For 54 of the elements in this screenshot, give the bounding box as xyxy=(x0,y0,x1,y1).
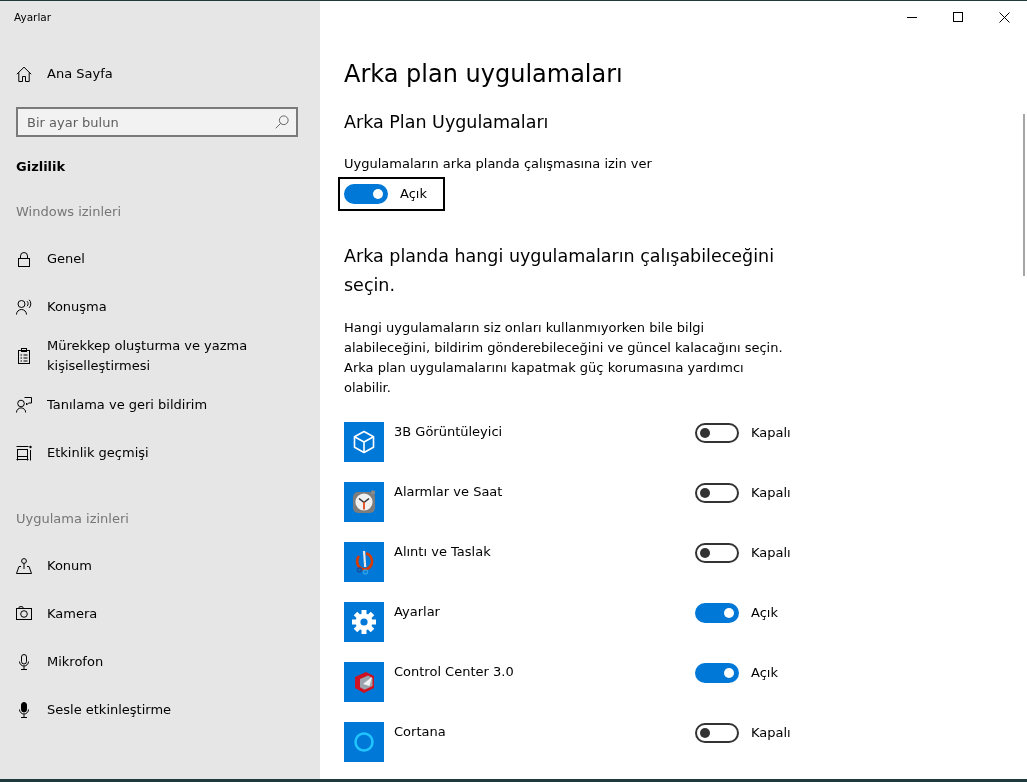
home-nav-item[interactable]: Ana Sayfa xyxy=(0,50,320,98)
sidebar-item[interactable]: Mürekkep oluşturma ve yazma kişiselleştirmesi xyxy=(0,331,320,381)
person-speaking-icon xyxy=(16,299,32,315)
app-name: Alıntı ve Taslak xyxy=(394,543,492,561)
sidebar-item[interactable]: Genel xyxy=(0,235,320,283)
sidebar-item[interactable]: Sesle etkinleştirme xyxy=(0,686,320,734)
section-heading: Uygulama izinleri xyxy=(16,510,130,528)
section-heading: Windows izinleri xyxy=(16,203,122,221)
ring-icon xyxy=(344,722,384,762)
sidebar-item[interactable]: Mikrofon xyxy=(0,638,320,686)
toggle-switch[interactable]: Kapalı xyxy=(689,416,809,450)
microphone-icon xyxy=(16,654,32,670)
person-pin-icon xyxy=(16,558,32,574)
app-name: Alarmlar ve Saat xyxy=(394,483,504,501)
clock-icon xyxy=(344,482,384,522)
app-name: Cortana xyxy=(394,723,447,741)
sidebar-item[interactable]: Tanılama ve geri bildirim xyxy=(0,381,320,429)
sidebar-item[interactable]: Kamera xyxy=(0,590,320,638)
scissors-pen-icon xyxy=(344,542,384,582)
cube-icon xyxy=(344,422,384,462)
timeline-icon xyxy=(16,445,32,461)
maximize-icon xyxy=(953,12,963,22)
minimize-icon xyxy=(907,16,917,18)
toggle-switch[interactable]: Açık xyxy=(689,656,796,690)
sidebar-item[interactable]: Etkinlik geçmişi xyxy=(0,429,320,477)
toggle-switch[interactable]: Açık xyxy=(338,177,445,211)
window-title: Ayarlar xyxy=(13,10,53,25)
search-icon xyxy=(275,115,289,129)
toggle-switch[interactable]: Kapalı xyxy=(689,476,809,510)
gear-icon xyxy=(344,602,384,642)
section-heading: Arka planda hangi uygulamaların çalışabileceğini seçin. xyxy=(344,245,776,297)
section-heading: Arka Plan Uygulamaları xyxy=(344,111,550,134)
close-icon xyxy=(998,11,1010,23)
home-icon xyxy=(16,66,32,82)
setting-label: Uygulamaların arka planda çalışmasına izin ver xyxy=(344,155,653,173)
microphone-icon xyxy=(16,702,32,718)
clipboard-icon xyxy=(16,348,32,364)
search-field[interactable]: Bir ayar bulun xyxy=(16,107,298,137)
sidebar-item[interactable]: Konuşma xyxy=(0,283,320,331)
toggle-switch[interactable]: Kapalı xyxy=(689,536,809,570)
camera-icon xyxy=(16,606,32,622)
toggle-switch[interactable]: Kapalı xyxy=(689,716,809,750)
person-feedback-icon xyxy=(16,397,32,413)
app-name: Control Center 3.0 xyxy=(394,663,515,681)
page-title: Arka plan uygulamaları xyxy=(344,59,624,90)
toggle-switch[interactable]: Açık xyxy=(689,596,796,630)
category-heading: Gizlilik xyxy=(16,158,67,176)
scrollbar-thumb[interactable] xyxy=(1023,114,1025,276)
sidebar-item[interactable]: Konum xyxy=(0,542,320,590)
lock-icon xyxy=(16,251,32,267)
app-name: Ayarlar xyxy=(394,603,441,621)
app-name: 3B Görüntüleyici xyxy=(394,423,504,441)
app-logo-icon xyxy=(344,662,384,702)
description-text: Hangi uygulamaların siz onları kullanmıyorken bile bilgi alabileceğini, bildirim gönderebileceğini ve güncel kalacağını seçin. Arka plan uygulamalarını kapatmak güç korumasına yardımcı olabilir. xyxy=(344,319,784,397)
